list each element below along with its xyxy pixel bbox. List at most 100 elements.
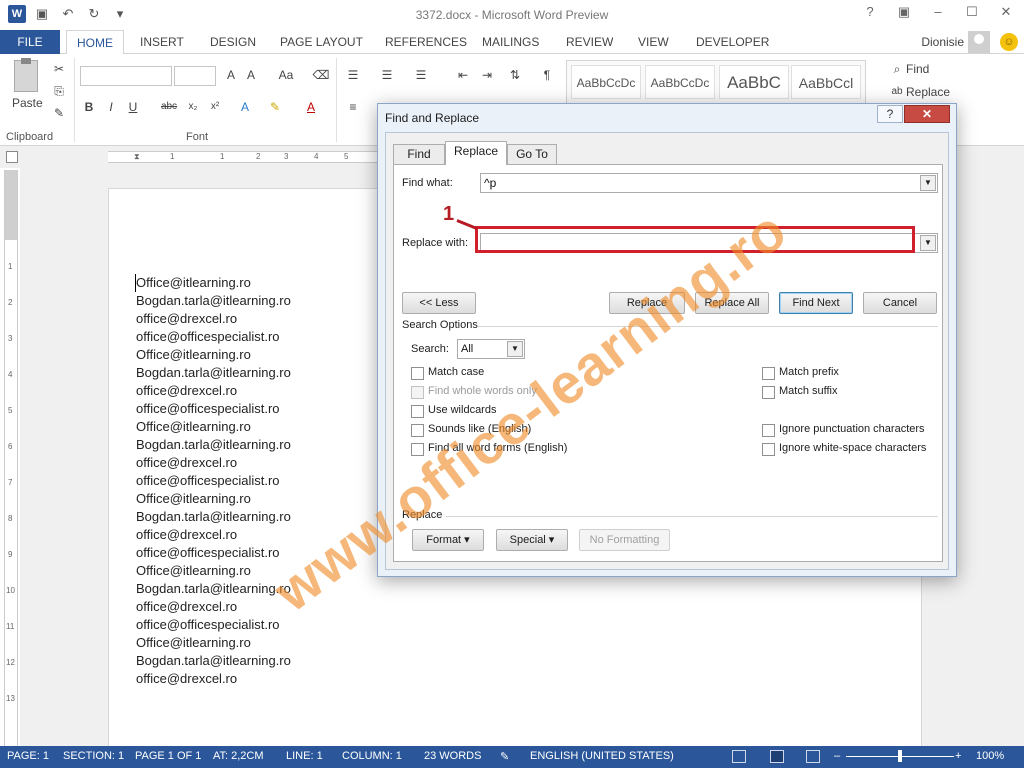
zoom-in-icon[interactable]: + [955,750,961,762]
paste-button[interactable]: Paste [12,96,43,110]
zoom-level[interactable]: 100% [976,750,1004,762]
align-left-icon[interactable]: ≡ [344,98,362,116]
match-suffix-checkbox[interactable] [762,386,775,399]
tab-insert[interactable]: INSERT [140,30,184,54]
dialog-close-button[interactable]: ✕ [904,105,950,123]
decrease-indent-icon[interactable]: ⇤ [454,66,472,84]
bullets-icon[interactable]: ☰ [344,66,362,84]
special-button[interactable]: Special ▾ [496,529,568,551]
feedback-smiley-icon[interactable]: ☺ [1000,33,1018,51]
strikethrough-icon[interactable]: abc [158,98,180,116]
replace-icon[interactable]: ab [888,83,906,101]
status-at[interactable]: AT: 2,2CM [213,750,264,762]
font-name-box[interactable] [80,66,172,86]
search-direction-select[interactable]: All ▼ [457,339,525,359]
tab-review[interactable]: REVIEW [566,30,613,54]
find-button[interactable]: Find [906,62,929,76]
subscript-icon[interactable]: x₂ [184,98,202,116]
avatar[interactable] [968,31,990,53]
superscript-icon[interactable]: x² [206,98,224,116]
tab-file[interactable]: FILE [0,30,60,54]
tab-developer[interactable]: DEVELOPER [696,30,769,54]
chevron-down-icon[interactable]: ▼ [507,341,523,357]
find-what-input[interactable]: ^p ▼ [480,173,938,193]
web-layout-icon[interactable] [806,750,820,763]
show-hide-icon[interactable]: ¶ [538,66,556,84]
word-forms-checkbox[interactable] [411,443,424,456]
ignore-punctuation-checkbox[interactable] [762,424,775,437]
tab-view[interactable]: VIEW [638,30,669,54]
help-icon[interactable]: ? [860,4,880,20]
clear-formatting-icon[interactable]: ⌫ [312,66,330,84]
numbering-icon[interactable]: ☰ [378,66,396,84]
status-page-of[interactable]: PAGE 1 OF 1 [135,750,201,762]
document-body[interactable]: Office@itlearning.ro Bogdan.tarla@itlear… [135,274,291,688]
ignore-whitespace-checkbox[interactable] [762,443,775,456]
zoom-out-icon[interactable]: – [834,750,840,762]
grow-font-icon[interactable]: A [222,66,240,84]
style-no-spacing[interactable]: AaBbCcDc [645,65,715,99]
less-button[interactable]: << Less [402,292,476,314]
font-size-box[interactable] [174,66,216,86]
underline-icon[interactable]: U [124,98,142,116]
copy-icon[interactable]: ⎘ [50,82,68,100]
replace-button[interactable]: Replace [609,292,685,314]
highlight-color-icon[interactable]: ✎ [266,98,284,116]
chevron-down-icon[interactable]: ▼ [920,175,936,191]
bold-icon[interactable]: B [80,98,98,116]
status-section[interactable]: SECTION: 1 [63,750,124,762]
style-heading-2[interactable]: AaBbCcl [791,65,861,99]
cut-icon[interactable]: ✂ [50,60,68,78]
replace-button[interactable]: Replace [906,85,950,99]
read-mode-icon[interactable] [732,750,746,763]
sort-icon[interactable]: ⇅ [506,66,524,84]
match-case-checkbox[interactable] [411,367,424,380]
increase-indent-icon[interactable]: ⇥ [478,66,496,84]
status-language[interactable]: ENGLISH (UNITED STATES) [530,750,674,762]
print-layout-icon[interactable] [770,750,784,763]
format-painter-icon[interactable]: ✎ [50,104,68,122]
zoom-slider-thumb[interactable] [898,750,902,762]
chevron-down-icon[interactable]: ▼ [920,235,936,251]
font-color-icon[interactable]: A [302,98,320,116]
whole-words-checkbox[interactable] [411,386,424,399]
minimize-icon[interactable]: – [928,4,948,20]
format-button[interactable]: Format ▾ [412,529,484,551]
user-name[interactable]: Dionisie [921,35,964,49]
change-case-icon[interactable]: Aa [272,66,300,84]
ribbon-display-icon[interactable]: ▣ [894,4,914,20]
tab-design[interactable]: DESIGN [210,30,256,54]
tab-find[interactable]: Find [393,144,445,164]
indent-marker-icon[interactable]: ⧗ [134,152,140,162]
match-prefix-checkbox[interactable] [762,367,775,380]
no-formatting-button[interactable]: No Formatting [579,529,670,551]
tab-go-to[interactable]: Go To [507,144,557,164]
tab-home[interactable]: HOME [66,30,124,55]
italic-icon[interactable]: I [102,98,120,116]
dialog-help-button[interactable]: ? [877,105,903,123]
find-icon[interactable]: ⌕ [888,60,906,78]
tab-references[interactable]: REFERENCES [385,30,467,54]
tab-selector-icon[interactable] [6,151,18,163]
close-window-icon[interactable]: ✕ [996,4,1016,20]
style-normal[interactable]: AaBbCcDc [571,65,641,99]
text-effects-icon[interactable]: A [236,98,254,116]
status-line[interactable]: LINE: 1 [286,750,323,762]
tab-mailings[interactable]: MAILINGS [482,30,539,54]
cancel-button[interactable]: Cancel [863,292,937,314]
proofing-icon[interactable]: ✎ [500,750,509,763]
status-words[interactable]: 23 WORDS [424,750,481,762]
maximize-icon[interactable]: ☐ [962,4,982,20]
multilevel-list-icon[interactable]: ☰ [412,66,430,84]
sounds-like-checkbox[interactable] [411,424,424,437]
tab-replace[interactable]: Replace [445,141,507,165]
status-column[interactable]: COLUMN: 1 [342,750,402,762]
shrink-font-icon[interactable]: A [242,66,260,84]
vertical-ruler[interactable]: 1 2 3 4 5 6 7 8 9 10 11 12 13 [4,170,18,746]
replace-all-button[interactable]: Replace All [695,292,769,314]
wildcards-checkbox[interactable] [411,405,424,418]
tab-page-layout[interactable]: PAGE LAYOUT [280,30,363,54]
style-heading-1[interactable]: AaBbC [719,65,789,99]
find-next-button[interactable]: Find Next [779,292,853,314]
status-page[interactable]: PAGE: 1 [7,750,49,762]
